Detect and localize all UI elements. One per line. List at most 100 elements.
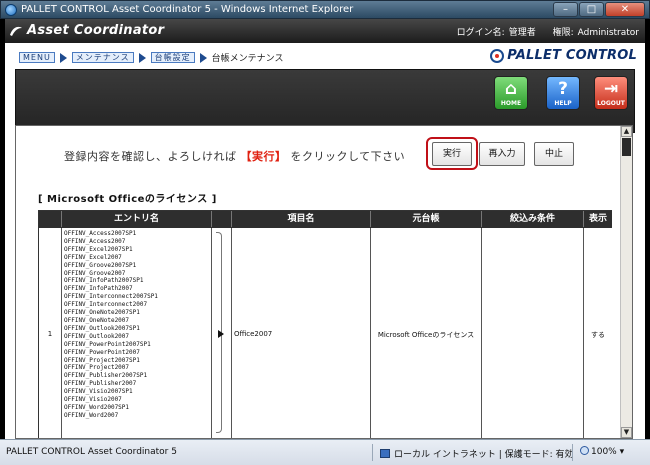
- zoom-level: 100%: [591, 447, 617, 457]
- cancel-button[interactable]: 中止: [534, 142, 574, 166]
- brand-logo: PALLET CONTROL: [490, 48, 637, 63]
- reenter-button[interactable]: 再入力: [479, 142, 525, 166]
- home-icon: ⌂: [504, 79, 518, 99]
- help-label: HELP: [554, 100, 572, 107]
- breadcrumb-menu[interactable]: MENU: [19, 52, 55, 63]
- intranet-icon: [380, 449, 390, 458]
- breadcrumb-ledger-settings[interactable]: 台帳設定: [150, 52, 195, 63]
- confirm-text-before: 登録内容を確認し、よろしければ: [64, 150, 237, 163]
- breadcrumb-bar: MENU メンテナンス 台帳設定 台帳メンテナンス PALLET CONTROL: [5, 43, 645, 67]
- row-number: 1: [47, 330, 53, 338]
- entry-item: OFFINV_Publisher2007: [64, 380, 137, 388]
- help-button[interactable]: ? HELP: [546, 76, 580, 110]
- window-titlebar: PALLET CONTROL Asset Coordinator 5 - Win…: [0, 0, 650, 19]
- entry-item: OFFINV_Access2007: [64, 237, 126, 245]
- entry-item: OFFINV_Visio2007SP1: [64, 388, 133, 396]
- ledger-table: エントリ名 項目名 元台帳 絞込み条件 表示 1 OFFINV_Access20…: [38, 210, 612, 438]
- confirm-text-after: をクリックして下さい: [290, 150, 406, 163]
- zone-text: ローカル イントラネット | 保護モード: 有効: [394, 450, 574, 460]
- header-item-name: 項目名: [232, 211, 371, 227]
- header-source-ledger: 元台帳: [371, 211, 482, 227]
- entry-item: OFFINV_Visio2007: [64, 396, 122, 404]
- content-frame: 登録内容を確認し、よろしければ 【実行】 をクリックして下さい 実行 再入力 中…: [15, 125, 633, 439]
- confirm-highlight: 【実行】: [240, 150, 287, 163]
- header-display: 表示: [584, 211, 612, 227]
- browser-icon: [5, 4, 17, 16]
- entry-item: OFFINV_Groove2007SP1: [64, 261, 137, 269]
- breadcrumb-maintenance[interactable]: メンテナンス: [71, 52, 134, 63]
- login-value: 管理者: [508, 28, 536, 38]
- security-zone[interactable]: ローカル イントラネット | 保護モード: 有効: [380, 447, 574, 460]
- entry-item: OFFINV_InfoPath2007SP1: [64, 277, 144, 285]
- login-info: ログイン名: 管理者 権限: Administrator: [453, 25, 639, 38]
- brand-mark-icon: [490, 48, 505, 63]
- entry-item: OFFINV_Interconnect2007: [64, 301, 148, 309]
- entry-item: OFFINV_PowerPoint2007: [64, 348, 140, 356]
- entry-item: OFFINV_Excel2007: [64, 253, 122, 261]
- logout-label: LOGOUT: [597, 100, 625, 107]
- scroll-up-icon[interactable]: ▲: [621, 126, 632, 137]
- entry-list-cell: OFFINV_Access2007SP1 OFFINV_Access2007 OFF…: [62, 228, 212, 438]
- entry-item: OFFINV_Outlook2007: [64, 332, 130, 340]
- role-value: Administrator: [577, 28, 639, 38]
- filter-cell: [482, 228, 584, 438]
- entry-list: OFFINV_Access2007SP1 OFFINV_Access2007 OFF…: [62, 228, 211, 420]
- breadcrumb-arrow-icon: [59, 52, 67, 63]
- login-label: ログイン名:: [456, 28, 505, 38]
- swoosh-logo-icon: [10, 26, 22, 36]
- entry-divider: [212, 228, 232, 438]
- scroll-thumb[interactable]: [622, 138, 631, 156]
- window-title: PALLET CONTROL Asset Coordinator 5 - Win…: [21, 4, 354, 15]
- header-spacer: [212, 211, 232, 227]
- section-title: [ Microsoft Officeのライセンス ]: [38, 194, 217, 205]
- scroll-down-icon[interactable]: ▼: [621, 427, 632, 438]
- app-logo-text: Asset Coordinator: [27, 23, 165, 38]
- display-cell: する: [584, 228, 612, 438]
- home-button[interactable]: ⌂ HOME: [494, 76, 528, 110]
- brand-text: PALLET CONTROL: [507, 48, 637, 63]
- zoom-control[interactable]: 100% ▾: [580, 446, 624, 457]
- maximize-button[interactable]: □: [579, 2, 604, 17]
- question-icon: ?: [558, 79, 568, 99]
- item-name-cell: Office2007: [232, 228, 371, 438]
- confirm-message: 登録内容を確認し、よろしければ 【実行】 をクリックして下さい: [64, 148, 405, 164]
- entry-item: OFFINV_Access2007SP1: [64, 230, 137, 237]
- entry-item: OFFINV_InfoPath2007: [64, 285, 133, 293]
- zoom-icon: [580, 446, 589, 455]
- breadcrumb-arrow-icon: [199, 52, 207, 63]
- status-separator: [372, 444, 373, 461]
- execute-button[interactable]: 実行: [432, 142, 472, 166]
- breadcrumb-arrow-icon: [138, 52, 146, 63]
- entry-item: OFFINV_Interconnect2007SP1: [64, 293, 158, 301]
- breadcrumb: MENU メンテナンス 台帳設定 台帳メンテナンス: [19, 51, 283, 64]
- entry-item: OFFINV_Project2007: [64, 364, 130, 372]
- header-entry-name: エントリ名: [62, 211, 212, 227]
- arrow-right-icon: [218, 330, 224, 338]
- row-number-cell: 1: [39, 228, 62, 438]
- logout-button[interactable]: ⇥ LOGOUT: [594, 76, 628, 110]
- close-button[interactable]: ✕: [605, 2, 645, 17]
- browser-content: Asset Coordinator ログイン名: 管理者 権限: Administr…: [5, 19, 645, 439]
- breadcrumb-current: 台帳メンテナンス: [211, 54, 284, 64]
- main-toolbar: ⌂ HOME ? HELP ⇥ LOGOUT: [15, 69, 635, 133]
- entry-item: OFFINV_Excel2007SP1: [64, 245, 133, 253]
- entry-item: OFFINV_Groove2007: [64, 269, 126, 277]
- door-icon: ⇥: [603, 79, 619, 99]
- content-scrollbar[interactable]: ▲ ▼: [620, 126, 632, 438]
- home-label: HOME: [500, 100, 522, 107]
- entry-item: OFFINV_Word2007: [64, 411, 119, 419]
- entry-item: OFFINV_OneNote2007SP1: [64, 309, 140, 317]
- window-controls: – □ ✕: [553, 2, 645, 17]
- browser-statusbar: PALLET CONTROL Asset Coordinator 5 ローカル …: [0, 439, 650, 465]
- minimize-button[interactable]: –: [553, 2, 578, 17]
- source-ledger: Microsoft Officeのライセンス: [377, 331, 475, 339]
- entry-item: OFFINV_Project2007SP1: [64, 356, 140, 364]
- entry-item: OFFINV_PowerPoint2007SP1: [64, 340, 151, 348]
- header-number: [39, 211, 62, 227]
- entry-item: OFFINV_Publisher2007SP1: [64, 372, 148, 380]
- app-header: Asset Coordinator ログイン名: 管理者 権限: Administr…: [5, 19, 645, 43]
- entry-item: OFFINV_Word2007SP1: [64, 403, 130, 411]
- header-filter: 絞込み条件: [482, 211, 584, 227]
- role-label: 権限:: [552, 28, 574, 38]
- item-name: Office2007: [234, 330, 273, 338]
